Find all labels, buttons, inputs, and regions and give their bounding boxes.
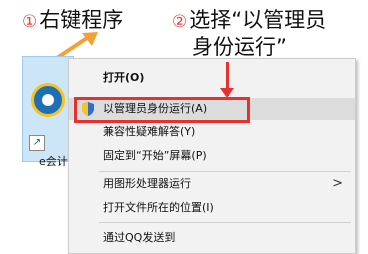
step2-number: ② [172, 12, 188, 32]
e-accounting-app-icon [31, 83, 65, 117]
desktop-shortcut-e-accounting[interactable]: ↗ e会计 [22, 56, 74, 168]
step2-text-line2: 身份运行” [192, 35, 287, 59]
menu-item-gpu-label: 用图形处理器运行 [103, 177, 191, 190]
step1-number: ① [22, 12, 38, 32]
menu-item-pin-to-start[interactable]: 固定到“开始”屏幕(P) [69, 145, 355, 167]
menu-item-run-with-gpu[interactable]: 用图形处理器运行 > [69, 173, 355, 195]
desktop-icon-label: e会计 [39, 155, 68, 168]
menu-item-location-label: 打开文件所在的位置(I) [103, 201, 214, 214]
step2-text-line1: 选择“以管理员 [189, 8, 327, 32]
chevron-right-icon: > [332, 176, 343, 191]
menu-separator [99, 171, 351, 172]
run-as-admin-highlight-box [74, 97, 250, 123]
menu-item-open-file-location[interactable]: 打开文件所在的位置(I) [69, 197, 355, 219]
menu-item-qq-label: 通过QQ发送到 [103, 231, 176, 244]
menu-item-send-via-qq[interactable]: 通过QQ发送到 [69, 227, 355, 249]
menu-separator [99, 222, 351, 223]
menu-item-compat-label: 兼容性疑难解答(Y) [103, 125, 196, 138]
menu-item-open-label: 打开(O) [103, 71, 145, 84]
shortcut-arrow-icon: ↗ [29, 135, 45, 151]
menu-item-open[interactable]: 打开(O) [69, 67, 355, 89]
red-pointer-arrow-icon [220, 88, 234, 98]
menu-item-pin-label: 固定到“开始”屏幕(P) [103, 149, 207, 162]
menu-item-compat-troubleshoot[interactable]: 兼容性疑难解答(Y) [69, 121, 355, 143]
context-menu: 打开(O) 以管理员身份运行(A) 兼容性疑难解答(Y) 固定到“开始”屏幕(P… [68, 58, 356, 254]
step2-annotation: ②选择“以管理员 [172, 8, 326, 34]
step1-text: 右键程序 [39, 8, 124, 32]
